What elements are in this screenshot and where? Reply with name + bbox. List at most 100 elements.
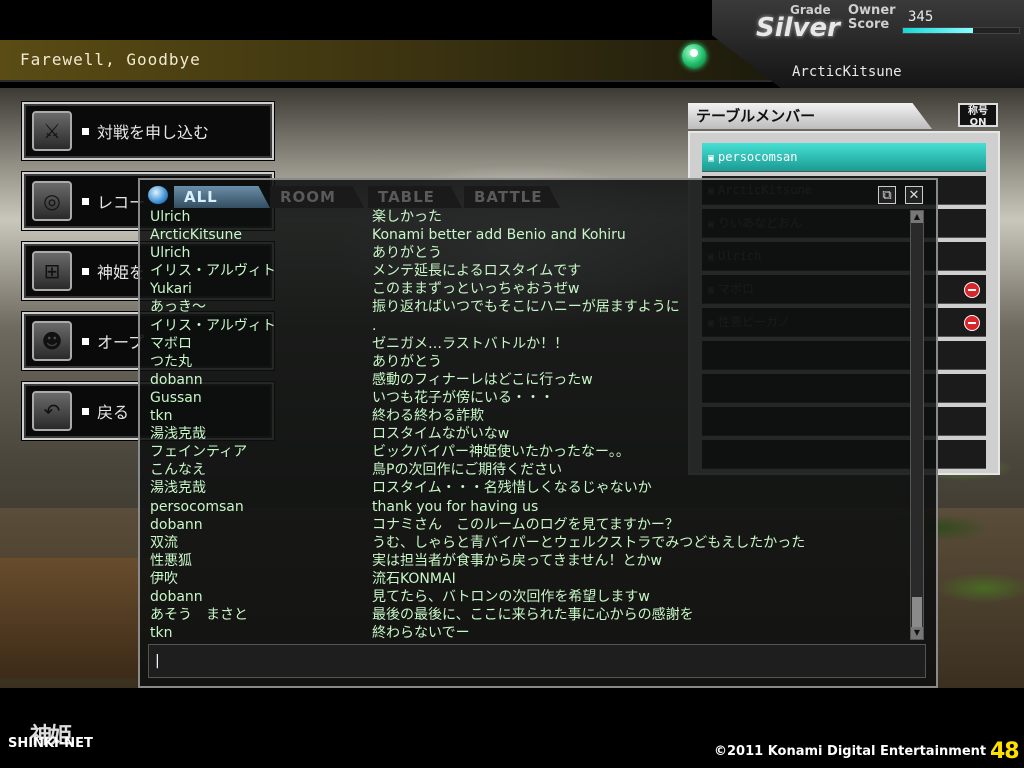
chat-message-row: 湯浅克哉 ロスタイムながいなw [150, 425, 908, 443]
tab-all[interactable]: ALL [174, 186, 270, 208]
record-icon: ◎ [32, 181, 72, 221]
chat-sender: 湯浅克哉 [150, 426, 206, 443]
chat-message-text: thank you for having us [372, 498, 539, 515]
chat-message-row: Yukari このままずっといっちゃおうぜw [150, 280, 908, 298]
scroll-up-icon[interactable]: ▲ [911, 211, 923, 223]
tab-battle[interactable]: BATTLE [464, 186, 560, 208]
online-status-icon [682, 44, 706, 68]
menu-bullet [82, 197, 89, 205]
chat-message-row: Ulrich 楽しかった [150, 208, 908, 226]
chat-sender: dobann [150, 516, 203, 533]
chat-bubble-icon [148, 186, 168, 204]
chat-sender: マボロ [150, 335, 192, 352]
chat-sender: 双流 [150, 534, 178, 551]
chat-message-text: 流石KONMAI [372, 570, 456, 587]
player-name: ArcticKitsune [792, 64, 902, 80]
lounge-table-image [0, 558, 150, 678]
battle-request-icon: ⚔ [32, 111, 72, 151]
chat-message-text: ビックバイパー神姫使いたかったなー。。 [372, 444, 630, 461]
shinki-logo-text: SHINKI-NET [8, 736, 93, 751]
chat-message-row: 伊吹 流石KONMAI [150, 570, 908, 588]
shinki-select-icon: ⊞ [32, 251, 72, 291]
menu-label: 戻る [97, 403, 130, 422]
chat-sender: イリス・アルヴィト [150, 317, 276, 334]
room-title: Farewell, Goodbye [20, 50, 201, 69]
owner-score-label: Owner Score [848, 4, 896, 32]
open-search-icon: ☻ [32, 321, 72, 361]
shinki-net-logo: 神姫 SHINKI-NET [6, 718, 106, 758]
chat-message-row: 湯浅克哉 ロスタイム・・・名残惜しくなるじゃないか [150, 479, 908, 497]
restore-window-icon[interactable]: ⧉ [878, 186, 896, 204]
chat-message-row: こんなえ 鳥Pの次回作にご期待ください [150, 461, 908, 479]
chat-message-text: 実は担当者が食事から戻ってきません！とかw [372, 552, 662, 569]
chat-message-text: このままずっといっちゃおうぜw [372, 281, 580, 298]
chat-sender: イリス・アルヴィト [150, 263, 276, 280]
age-rating-badge: 48 [990, 739, 1020, 764]
member-slot[interactable]: ▣ persocomsan [702, 143, 986, 172]
chat-message-row: tkn 終わらないでー [150, 624, 908, 640]
chat-message-row: Gussan いつも花子が傍にいる・・・ [150, 389, 908, 407]
chat-message-row: 双流 うむ、しゃらと青バイパーとウェルクストラでみつどもえしたかった [150, 534, 908, 552]
chat-sender: 湯浅克哉 [150, 480, 206, 497]
grade-value: Silver [756, 13, 840, 43]
score-gauge [902, 27, 1020, 34]
chat-message-text: 楽しかった [372, 209, 442, 225]
chat-message-row: dobann コナミさん このルームのログを見てますかー？ [150, 516, 908, 534]
chat-sender: persocomsan [150, 498, 244, 515]
chat-message-row: ArcticKitsune Konami better add Benio and… [150, 226, 908, 244]
chat-sender: tkn [150, 408, 173, 425]
chat-sender: フェインティア [150, 444, 248, 461]
chat-sender: つた丸 [150, 353, 192, 370]
tab-room[interactable]: ROOM [270, 186, 364, 208]
chat-sender: dobann [150, 588, 203, 605]
back-arrow-icon: ↶ [32, 391, 72, 431]
battle-request-button[interactable]: ⚔ 対戦を申し込む [22, 102, 274, 160]
owner-label: Owner [848, 3, 896, 18]
chat-message-text: . [372, 317, 377, 334]
chat-sender: Ulrich [150, 245, 191, 262]
chat-message-row: あそう まさと 最後の最後に、ここに来られた事に心からの感謝を [150, 606, 908, 624]
menu-bullet [82, 127, 89, 135]
member-flag-icon: ▣ [708, 153, 715, 164]
score-label: Score [848, 17, 890, 32]
chat-scrollbar[interactable]: ▲ ▼ [910, 210, 924, 640]
title-display-toggle[interactable]: 称号 ON [958, 103, 998, 128]
chat-message-row: dobann 感動のフィナーレはどこに行ったw [150, 371, 908, 389]
chat-input[interactable]: | [148, 644, 926, 678]
chat-message-row: tkn 終わる終わる詐欺 [150, 407, 908, 425]
chat-message-row: フェインティア ビックバイパー神姫使いたかったなー。。 [150, 443, 908, 461]
chat-message-row: マボロ ゼニガメ…ラストバトルか！！ [150, 335, 908, 353]
chat-message-row: Ulrich ありがとう [150, 244, 908, 262]
chat-message-text: 終わらないでー [372, 625, 470, 640]
chat-sender: こんなえ [150, 462, 206, 479]
chat-message-text: メンテ延長によるロスタイムです [372, 263, 582, 280]
score-gauge-fill [903, 28, 973, 33]
chat-message-text: ロスタイムながいなw [372, 426, 510, 443]
menu-label: オープ [97, 333, 145, 352]
blocked-icon [964, 315, 980, 331]
menu-label: 対戦を申し込む [97, 123, 210, 142]
tab-table[interactable]: TABLE [368, 186, 462, 208]
scroll-thumb[interactable] [912, 597, 922, 627]
table-members-header: テーブルメンバー [688, 103, 932, 129]
chat-message-text: ゼニガメ…ラストバトルか！！ [372, 335, 569, 352]
chat-message-text: Konami better add Benio and Kohiru [372, 227, 626, 244]
member-name: persocomsan [718, 150, 798, 164]
copyright-text: ©2011 Konami Digital Entertainment [714, 744, 987, 759]
chat-message-row: イリス・アルヴィト メンテ延長によるロスタイムです [150, 262, 908, 280]
chat-log: Ulrich 楽しかった ArcticKitsune Konami better ad… [150, 208, 908, 640]
chat-message-text: 振り返ればいつでもそこにハニーが居ますように [372, 299, 680, 316]
scroll-down-icon[interactable]: ▼ [911, 627, 923, 639]
chat-sender: tkn [150, 625, 173, 640]
chat-message-text: ロスタイム・・・名残惜しくなるじゃないか [372, 480, 652, 497]
chat-message-row: あっき〜 振り返ればいつでもそこにハニーが居ますように [150, 298, 908, 316]
chat-message-text: うむ、しゃらと青バイパーとウェルクストラでみつどもえしたかった [372, 534, 806, 551]
chat-sender: dobann [150, 371, 203, 388]
chat-message-text: 感動のフィナーレはどこに行ったw [372, 371, 593, 388]
score-value: 345 [908, 9, 934, 25]
chat-sender: あっき〜 [150, 299, 206, 316]
chat-sender: 性悪狐 [150, 552, 192, 569]
close-icon[interactable]: ✕ [905, 186, 923, 204]
chat-message-text: いつも花子が傍にいる・・・ [372, 389, 554, 406]
chat-message-row: イリス・アルヴィト. [150, 317, 908, 335]
